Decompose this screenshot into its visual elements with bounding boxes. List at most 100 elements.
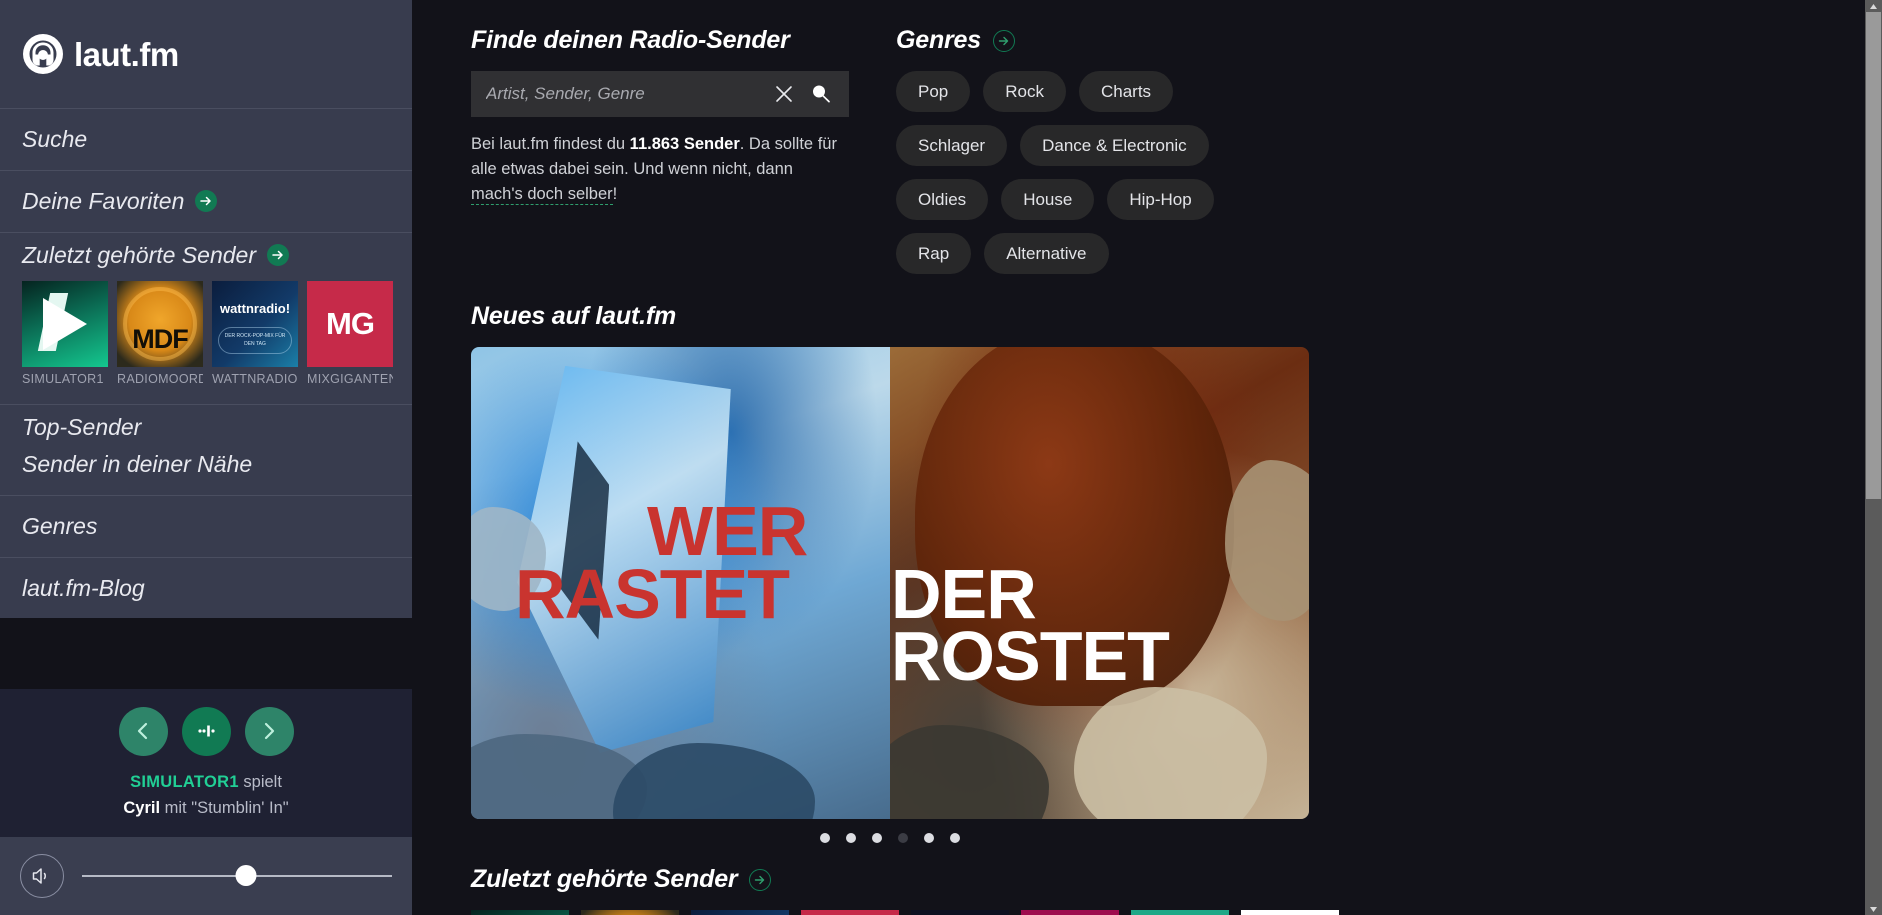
scroll-up-arrow-icon[interactable] xyxy=(1865,0,1882,12)
station-caption: SIMULATOR1 xyxy=(22,372,104,387)
mg-red-logo-icon: MG xyxy=(307,281,393,368)
genre-chip-list: Pop Rock Charts Schlager Dance & Electro… xyxy=(896,71,1266,274)
top-sections: Finde deinen Radio-Sender Bei laut.fm f xyxy=(471,26,1882,274)
carousel-dot[interactable] xyxy=(820,833,830,843)
station-caption: MIXGIGANTEN xyxy=(307,372,393,387)
station-tile-wattnradio[interactable]: wattnradio! DER ROCK-POP-MIX FÜR DEN TAG xyxy=(691,910,789,915)
speaker-icon xyxy=(30,864,54,888)
news-section: Neues auf laut.fm WER RASTET DER ROSTET xyxy=(471,302,1882,843)
close-icon[interactable] xyxy=(773,83,795,105)
sidebar-item-zuletzt-gehoerte-sender[interactable]: Zuletzt gehörte Sender xyxy=(0,233,412,278)
sidebar-item-label: Deine Favoriten xyxy=(22,187,185,214)
page-title: Finde deinen Radio-Sender xyxy=(471,26,790,54)
station-tile-simulator1[interactable] xyxy=(471,910,569,915)
sidebar-item-label: laut.fm-Blog xyxy=(22,574,145,601)
play-pause-equalizer-button[interactable] xyxy=(181,706,231,756)
banner-right-image xyxy=(890,347,1309,819)
arrow-right-circle-icon[interactable] xyxy=(195,190,218,213)
blurb-post: ! xyxy=(612,184,618,203)
sidebar: laut.fm Suche Deine Favoriten Zuletzt ge… xyxy=(0,0,412,915)
genre-chip-charts[interactable]: Charts xyxy=(1078,71,1174,112)
station-caption: WATTNRADIO xyxy=(212,372,298,387)
carousel-dot[interactable] xyxy=(924,833,934,843)
recent-station-row: MDF wattnradio! DER ROCK-POP-MIX FÜR DEN… xyxy=(471,910,1882,915)
sidebar-item-genres[interactable]: Genres xyxy=(0,496,412,557)
chevron-left-icon xyxy=(131,719,155,743)
scrollbar-thumb[interactable] xyxy=(1866,12,1881,499)
genre-chip-rock[interactable]: Rock xyxy=(983,71,1066,112)
recent-title: Zuletzt gehörte Sender xyxy=(471,865,738,893)
genres-title-row: Genres xyxy=(896,26,1266,55)
station-tile-mixgiganten[interactable]: MG xyxy=(801,910,899,915)
banner-left-image xyxy=(471,347,890,819)
sidebar-item-sender-in-deiner-naehe[interactable]: Sender in deiner Nähe xyxy=(0,450,412,495)
next-button[interactable] xyxy=(244,706,294,756)
sidebar-recent-stations: SIMULATOR1 MDF RADIOMOORDO wattnradio! D… xyxy=(0,277,412,404)
sidebar-item-label: Suche xyxy=(22,126,88,152)
genre-chip-schlager[interactable]: Schlager xyxy=(896,125,1008,166)
station-count-blurb: Bei laut.fm findest du 11.863 Sender. Da… xyxy=(471,132,849,206)
scroll-down-arrow-icon[interactable] xyxy=(1865,903,1882,915)
now-playing-station: SIMULATOR1 xyxy=(130,772,239,791)
sidebar-item-blog[interactable]: laut.fm-Blog xyxy=(0,558,412,619)
brand-name: laut.fm xyxy=(74,35,179,73)
station-tile-white[interactable] xyxy=(1241,910,1339,915)
blurb-pre: Bei laut.fm findest du xyxy=(471,135,630,153)
genre-chip-pop[interactable]: Pop xyxy=(896,71,971,112)
previous-button[interactable] xyxy=(118,706,168,756)
carousel-dot[interactable] xyxy=(846,833,856,843)
station-tile-radiomoordo[interactable]: MDF xyxy=(581,910,679,915)
genre-chip-oldies[interactable]: Oldies xyxy=(896,179,989,220)
news-carousel: WER RASTET DER ROSTET xyxy=(471,347,1309,843)
station-tile-magenta[interactable] xyxy=(1021,910,1119,915)
news-title: Neues auf laut.fm xyxy=(471,302,676,330)
volume-slider-knob[interactable] xyxy=(235,865,257,886)
genres-title: Genres xyxy=(896,26,981,54)
now-playing-artist: Cyril xyxy=(123,799,161,818)
search-box[interactable] xyxy=(471,71,849,117)
now-playing-track-line: Cyril mit "Stumblin' In" xyxy=(0,796,412,821)
now-playing-verb: spielt xyxy=(243,772,282,791)
search-input[interactable] xyxy=(486,84,759,104)
recent-stations-section: Zuletzt gehörte Sender MDF wattnradio! D… xyxy=(471,865,1882,915)
arrow-right-circle-icon[interactable] xyxy=(266,243,289,266)
mute-button[interactable] xyxy=(20,854,64,898)
sidebar-item-label: Genres xyxy=(22,512,98,539)
arrow-right-circle-icon[interactable] xyxy=(749,868,772,891)
carousel-dot[interactable] xyxy=(872,833,882,843)
carousel-dot[interactable] xyxy=(950,833,960,843)
mdf-gold-logo-icon: MDF xyxy=(117,281,203,368)
genre-chip-rap[interactable]: Rap xyxy=(896,233,972,274)
genre-chip-alternative[interactable]: Alternative xyxy=(984,233,1109,274)
station-tile-radio-248[interactable]: 248 xyxy=(911,910,1009,915)
carousel-dot-active[interactable] xyxy=(898,833,908,843)
now-playing-station-line: SIMULATOR1 spielt xyxy=(0,770,412,795)
sidebar-item-label: Top-Sender xyxy=(22,414,142,441)
recent-title-row: Zuletzt gehörte Sender xyxy=(471,865,1882,894)
genre-chip-hip-hop[interactable]: Hip-Hop xyxy=(1107,179,1214,220)
headphone-circle-logo-icon xyxy=(22,33,64,75)
page-scrollbar[interactable] xyxy=(1865,0,1882,915)
volume-bar xyxy=(0,837,412,915)
sidebar-item-top-sender[interactable]: Top-Sender xyxy=(0,405,412,450)
station-caption: RADIOMOORDO xyxy=(117,372,203,387)
volume-slider[interactable] xyxy=(82,865,392,887)
station-tile[interactable]: wattnradio! DER ROCK-POP-MIX FÜR DEN TAG… xyxy=(212,281,298,386)
sidebar-gap xyxy=(0,618,412,689)
player-panel: SIMULATOR1 spielt Cyril mit "Stumblin' I… xyxy=(0,688,412,837)
station-tile[interactable]: MG MIXGIGANTEN xyxy=(307,281,393,386)
station-count: 11.863 Sender xyxy=(629,135,740,153)
carousel-slide[interactable]: WER RASTET DER ROSTET xyxy=(471,347,1309,819)
station-tile[interactable]: MDF RADIOMOORDO xyxy=(117,281,203,386)
brand-logo-area[interactable]: laut.fm xyxy=(0,0,412,108)
station-tile[interactable]: SIMULATOR1 xyxy=(22,281,108,386)
make-your-own-link[interactable]: mach's doch selber xyxy=(471,184,613,205)
arrow-right-circle-icon[interactable] xyxy=(992,29,1015,52)
main-content: Finde deinen Radio-Sender Bei laut.fm f xyxy=(412,0,1882,915)
sidebar-item-suche[interactable]: Suche xyxy=(0,109,412,170)
genre-chip-house[interactable]: House xyxy=(1001,179,1095,220)
genre-chip-dance-electronic[interactable]: Dance & Electronic xyxy=(1020,125,1209,166)
search-icon[interactable] xyxy=(809,82,833,106)
station-tile-teal[interactable] xyxy=(1131,910,1229,915)
sidebar-item-deine-favoriten[interactable]: Deine Favoriten xyxy=(0,171,412,232)
